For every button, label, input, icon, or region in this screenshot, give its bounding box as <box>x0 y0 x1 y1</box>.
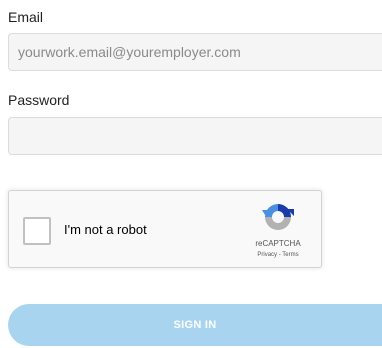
login-form: Email Password I'm not a robot reCAPTCHA… <box>0 0 382 348</box>
password-field[interactable] <box>8 117 382 155</box>
email-field[interactable] <box>8 33 382 71</box>
recaptcha-logo-icon <box>262 204 294 230</box>
recaptcha-checkbox[interactable] <box>23 217 51 245</box>
recaptcha-checkbox-label: I'm not a robot <box>64 222 147 237</box>
password-label: Password <box>8 92 70 108</box>
email-label: Email <box>8 9 44 25</box>
sign-in-button[interactable]: SIGN IN <box>8 304 382 346</box>
recaptcha-links: Privacy - Terms <box>238 251 318 259</box>
recaptcha-brand-label: reCAPTCHA <box>255 239 301 248</box>
recaptcha-privacy-link[interactable]: Privacy <box>257 252 277 258</box>
recaptcha-terms-link[interactable]: Terms <box>282 252 298 258</box>
recaptcha-widget: I'm not a robot reCAPTCHA Privacy - Term… <box>8 190 322 268</box>
